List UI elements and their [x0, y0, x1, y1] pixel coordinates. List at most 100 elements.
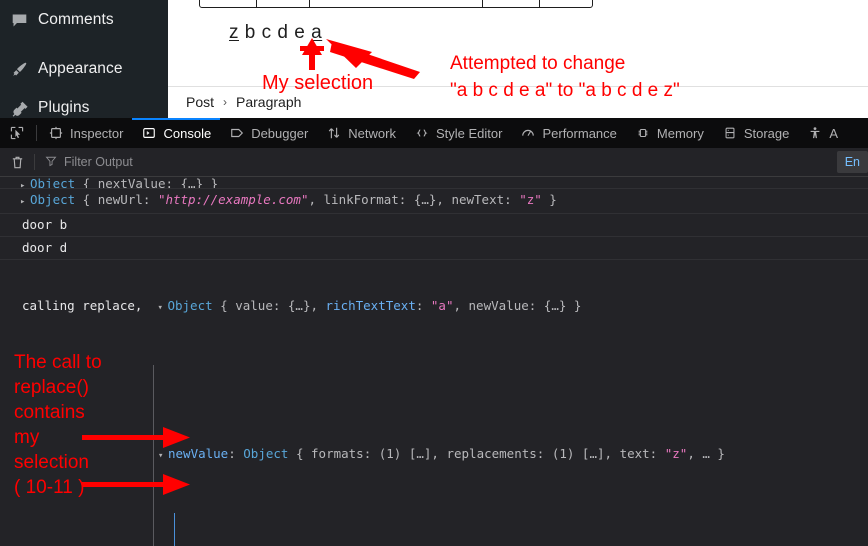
tab-performance[interactable]: Performance [511, 118, 625, 148]
paintbrush-icon [0, 61, 38, 78]
tab-label: Debugger [251, 125, 309, 141]
url-value[interactable]: "http://example.com" [158, 192, 309, 207]
memory-icon [635, 125, 651, 141]
object-label: Object [30, 176, 76, 189]
expand-triangle-icon[interactable]: ▸ [20, 178, 30, 188]
tab-label: Memory [656, 125, 704, 141]
toolbar-cell[interactable] [257, 0, 310, 7]
tab-console[interactable]: Console [132, 118, 220, 148]
console-row-partial[interactable]: ▸ Object { nextValue: {…} } [0, 176, 868, 189]
breadcrumb: Post › Paragraph [186, 94, 301, 110]
text-value: "z" [664, 446, 688, 461]
sidebar-item-label: Plugins [38, 99, 90, 116]
toolbar-divider [36, 125, 37, 141]
left-note-line-2: replace() [14, 377, 89, 398]
attempt-line-2: "a b c d e a" to "a b c d e z" [450, 80, 680, 101]
tab-label: Network [348, 125, 396, 141]
breadcrumb-leaf[interactable]: Paragraph [236, 94, 301, 110]
console-row-door-d[interactable]: door d [0, 237, 868, 260]
filter-placeholder: Filter Output [64, 155, 133, 169]
object-label: Object [243, 446, 289, 461]
tab-debugger[interactable]: Debugger [220, 118, 317, 148]
tab-network[interactable]: Network [317, 118, 405, 148]
sidebar-item-appearance[interactable]: Appearance [0, 49, 168, 89]
tab-inspector[interactable]: Inspector [39, 118, 132, 148]
left-note-line-6: ( 10-11 ) [14, 477, 85, 498]
sidebar-item-label: Comments [38, 11, 114, 28]
trash-icon[interactable] [0, 148, 34, 176]
plug-icon [0, 100, 38, 117]
summary-tail: , … } [687, 446, 725, 461]
toolbar-cell[interactable] [200, 0, 257, 7]
console-row-door-b[interactable]: door b [0, 214, 868, 237]
tab-storage[interactable]: Storage [713, 118, 799, 148]
tab-label: Console [163, 125, 212, 141]
block-toolbar[interactable] [199, 0, 593, 8]
left-note-line-1: The call to [14, 352, 102, 373]
call-label: calling replace, [22, 298, 143, 313]
tab-memory[interactable]: Memory [626, 118, 713, 148]
indent-guide [174, 513, 175, 546]
element-picker-icon[interactable] [0, 118, 34, 148]
collapse-triangle-icon[interactable]: ▾ [158, 448, 168, 464]
console-row-calling-replace[interactable]: calling replace, ▾ Object { value: {…}, r… [0, 260, 868, 546]
filter-input-group[interactable]: Filter Output [35, 155, 133, 170]
tab-label: Style Editor [435, 125, 503, 141]
enable-button[interactable]: En [836, 151, 868, 173]
network-icon [326, 125, 342, 141]
tab-label: Storage [743, 125, 790, 141]
object-summary-post: , newValue: {…} } [453, 298, 582, 313]
wp-admin-sidebar: Comments Appearance Plugins [0, 0, 168, 118]
left-note-line-5: selection [14, 452, 89, 473]
object-summary-pre: { value: {…}, [212, 298, 326, 313]
prop-newvalue: newValue [168, 446, 229, 461]
accessibility-icon [807, 125, 823, 141]
performance-icon [520, 125, 536, 141]
annotation-my-selection: My selection [262, 72, 374, 94]
annotation-call-contains-selection: The call to replace() contains my selection (… [14, 350, 102, 500]
paragraph-block[interactable]: z b c d e a [229, 22, 322, 44]
call-header-line: calling replace, ▾ Object { value: {…}, r… [22, 297, 868, 317]
inspector-icon [48, 125, 64, 141]
devtools-filter-bar: Filter Output En [0, 148, 868, 177]
object-pre: { newUrl: [75, 192, 158, 207]
console-icon [141, 125, 157, 141]
colon: : [415, 298, 431, 313]
wordpress-editor-area: Comments Appearance Plugins z b c d e a … [0, 0, 868, 118]
toolbar-cell[interactable] [483, 0, 540, 7]
newvalue-line[interactable]: ▾ newValue: Object { formats: (1) […], re… [22, 445, 868, 465]
toolbar-cell[interactable] [310, 0, 483, 7]
expanded-object-body: ▾ newValue: Object { formats: (1) […], re… [22, 365, 868, 546]
storage-icon [722, 125, 738, 141]
left-note-line-3: contains [14, 402, 85, 423]
tab-style-editor[interactable]: Style Editor [405, 118, 511, 148]
tab-accessibility[interactable]: A [798, 118, 847, 148]
console-output[interactable]: ▸ Object { nextValue: {…} } ▸ Object { new… [0, 176, 868, 546]
tab-label: A [829, 125, 839, 141]
style-editor-icon [414, 125, 430, 141]
object-label: Object [167, 298, 213, 313]
tab-label: Performance [542, 125, 617, 141]
filter-icon [45, 155, 57, 170]
sidebar-item-plugins[interactable]: Plugins [0, 88, 168, 118]
summary: { formats: (1) […], replacements: (1) […… [288, 446, 665, 461]
tab-label: Inspector [70, 125, 124, 141]
breadcrumb-root[interactable]: Post [186, 94, 214, 110]
object-label: Object [30, 192, 76, 207]
sidebar-item-label: Appearance [38, 60, 123, 77]
console-row-url-object[interactable]: ▸ Object { newUrl: "http://example.com", … [0, 189, 868, 214]
chevron-right-icon: › [223, 95, 228, 109]
paragraph-middle: b c d e [239, 22, 312, 43]
comment-icon [0, 12, 38, 29]
devtools-panel: Inspector Console Debugger Network Style… [0, 118, 868, 546]
paragraph-char-a: a [311, 22, 323, 43]
collapse-triangle-icon[interactable]: ▾ [157, 300, 167, 316]
object-mid: , linkFormat: {…}, newText: [308, 192, 520, 207]
object-summary: { nextValue: {…} } [75, 176, 219, 189]
new-text-value: "z" [519, 192, 542, 207]
devtools-tabbar: Inspector Console Debugger Network Style… [0, 118, 868, 148]
richtexttext-value: "a" [430, 298, 454, 313]
expand-triangle-icon[interactable]: ▸ [20, 194, 30, 210]
object-post: } [541, 192, 557, 207]
sidebar-item-comments[interactable]: Comments [0, 0, 168, 40]
